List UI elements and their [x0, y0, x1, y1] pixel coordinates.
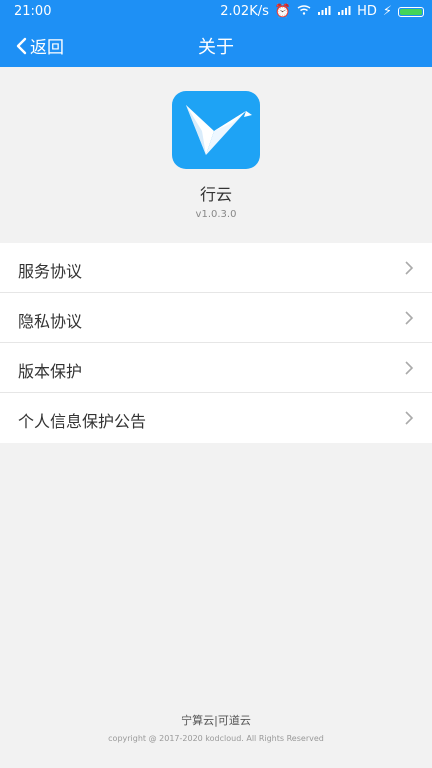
network-type: HD — [357, 4, 377, 19]
charging-icon: ⚡ — [382, 4, 392, 19]
header-bar: 21:00 2.02K/s ⏰ HD ⚡ 返回 关于 — [0, 0, 432, 67]
status-time: 21:00 — [14, 4, 52, 19]
menu-item-privacy-agreement[interactable]: 隐私协议 — [0, 293, 432, 343]
menu-item-service-agreement[interactable]: 服务协议 — [0, 243, 432, 293]
status-right: 2.02K/s ⏰ HD ⚡ — [220, 4, 424, 19]
signal-icon-2 — [337, 4, 351, 19]
nav-bar: 返回 关于 — [0, 24, 432, 67]
chevron-right-icon — [405, 261, 414, 275]
alarm-icon: ⏰ — [274, 4, 292, 19]
battery-icon — [398, 6, 424, 17]
network-speed: 2.02K/s — [220, 4, 269, 19]
page-title: 关于 — [198, 37, 234, 58]
footer-brand: 宁算云|可道云 — [181, 714, 251, 727]
paper-crane-logo-icon — [172, 91, 260, 169]
footer: 宁算云|可道云 copyright @ 2017-2020 kodcloud. … — [0, 712, 432, 743]
footer-copyright: copyright @ 2017-2020 kodcloud. All Righ… — [108, 734, 324, 743]
wifi-icon — [297, 4, 311, 19]
chevron-right-icon — [405, 411, 414, 425]
about-menu: 服务协议 隐私协议 版本保护 个人信息保护公告 — [0, 243, 432, 443]
chevron-right-icon — [405, 311, 414, 325]
menu-item-label: 隐私协议 — [18, 312, 83, 331]
app-info: 行云 v1.0.3.0 — [0, 67, 432, 241]
menu-item-label: 服务协议 — [18, 262, 83, 281]
menu-item-version-protection[interactable]: 版本保护 — [0, 343, 432, 393]
chevron-right-icon — [405, 361, 414, 375]
menu-item-label: 个人信息保护公告 — [18, 412, 147, 431]
menu-item-personal-info-notice[interactable]: 个人信息保护公告 — [0, 393, 432, 443]
menu-item-label: 版本保护 — [18, 362, 83, 381]
signal-icon-1 — [317, 4, 331, 19]
app-version: v1.0.3.0 — [195, 209, 237, 220]
app-name: 行云 — [199, 185, 232, 204]
status-bar: 21:00 2.02K/s ⏰ HD ⚡ — [0, 0, 432, 24]
